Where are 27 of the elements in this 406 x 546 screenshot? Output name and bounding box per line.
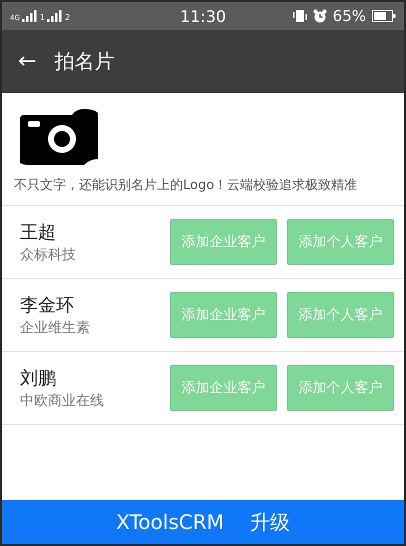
brand-name: XToolsCRM	[116, 510, 224, 534]
add-customer-button[interactable]: 添加企业客户	[170, 292, 277, 338]
battery-icon	[372, 10, 396, 22]
add-customer-button[interactable]: 添加个人客户	[287, 365, 394, 411]
company-name: 众标科技	[20, 246, 77, 264]
page-title: 拍名片	[54, 48, 114, 75]
intro-text: 不只文字，还能识别名片上的Logo！云端校验追求极致精准	[14, 177, 358, 195]
upgrade-link[interactable]: 升级	[250, 508, 290, 536]
clock-time: 11:30	[178, 6, 228, 26]
add-customer-button[interactable]: 添加企业客户	[170, 365, 277, 411]
contact-name: 李金环	[20, 294, 75, 317]
battery-percent: 65%	[332, 7, 366, 25]
sim-label: 2	[64, 14, 70, 22]
contact-name: 刘鹏	[20, 367, 57, 390]
add-customer-button[interactable]: 添加企业客户	[170, 219, 277, 265]
company-name: 中欧商业在线	[20, 392, 105, 410]
add-customer-button[interactable]: 添加个人客户	[287, 219, 394, 265]
alarm-icon	[312, 9, 327, 23]
sim-label: 1	[40, 14, 45, 22]
back-button[interactable]: ←	[14, 49, 40, 74]
company-name: 企业维生素	[20, 319, 91, 337]
contact-name: 王超	[20, 221, 57, 244]
vibrate-icon	[292, 9, 307, 23]
camera-icon[interactable]	[20, 109, 100, 165]
signal-icon	[46, 10, 63, 22]
add-customer-button[interactable]: 添加个人客户	[287, 292, 394, 338]
signal-icon	[22, 10, 38, 22]
